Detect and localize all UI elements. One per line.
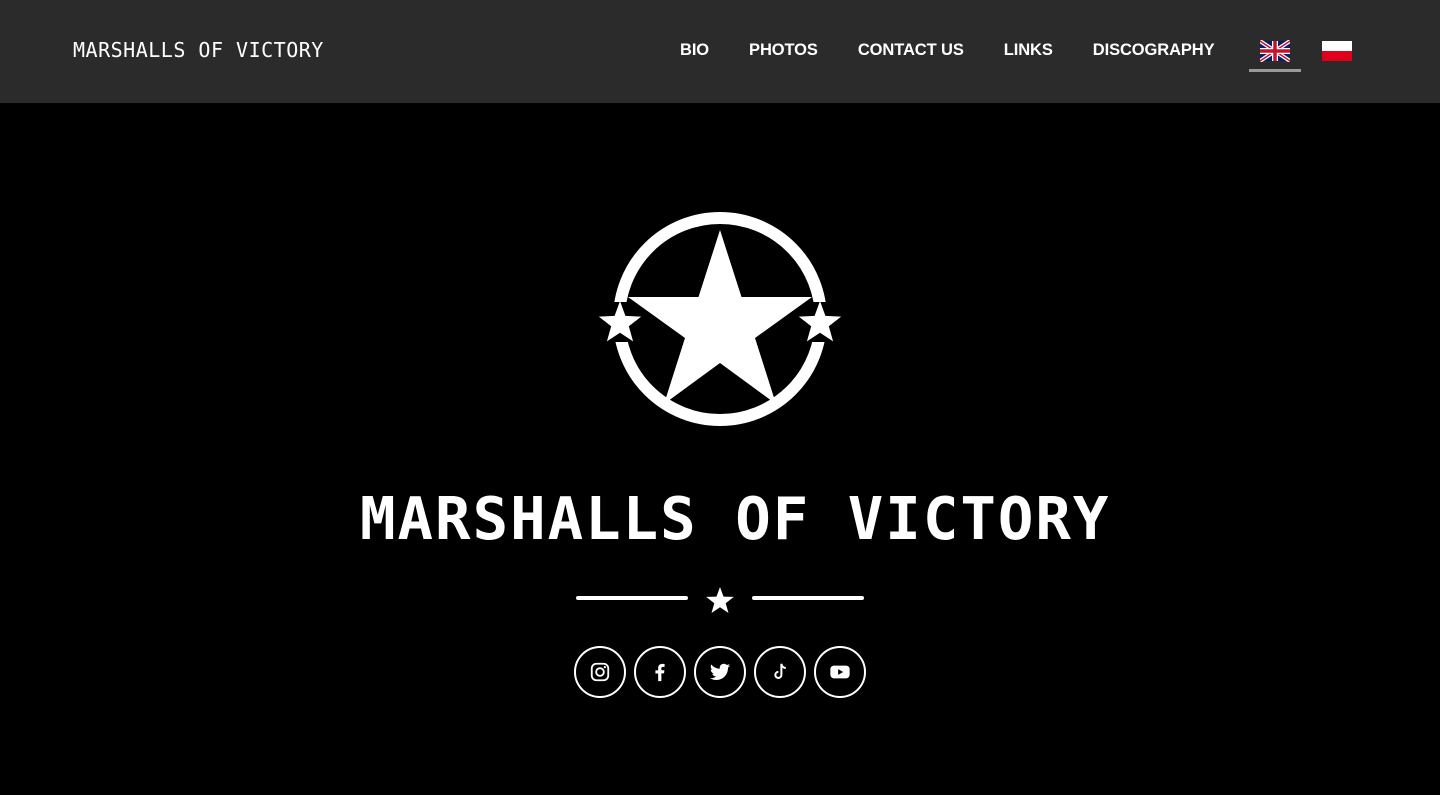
language-polish-button[interactable] bbox=[1311, 32, 1363, 72]
nav-contact-us[interactable]: CONTACT US bbox=[838, 0, 984, 103]
social-links bbox=[574, 646, 866, 698]
main-nav: BIO PHOTOS CONTACT US LINKS DISCOGRAPHY bbox=[660, 0, 1235, 103]
divider-line-right bbox=[752, 596, 864, 600]
nav-bio[interactable]: BIO bbox=[660, 0, 729, 103]
brand-logo-link[interactable]: MARSHALLS OF VICTORY bbox=[73, 38, 324, 62]
facebook-link[interactable] bbox=[634, 646, 686, 698]
poland-flag-icon bbox=[1322, 41, 1352, 61]
site-header: MARSHALLS OF VICTORY BIO PHOTOS CONTACT … bbox=[0, 0, 1440, 103]
nav-links[interactable]: LINKS bbox=[984, 0, 1073, 103]
star-icon bbox=[706, 587, 734, 613]
star-divider bbox=[575, 584, 865, 616]
youtube-icon bbox=[830, 665, 850, 679]
uk-flag-icon bbox=[1260, 40, 1290, 62]
band-wordmark: MARSHALLS OF VICTORY bbox=[360, 484, 1111, 553]
nav-photos[interactable]: PHOTOS bbox=[729, 0, 838, 103]
tiktok-link[interactable] bbox=[754, 646, 806, 698]
twitter-icon bbox=[709, 663, 731, 680]
twitter-link[interactable] bbox=[694, 646, 746, 698]
facebook-icon bbox=[655, 663, 665, 682]
star-circle-emblem-icon bbox=[598, 212, 842, 426]
instagram-icon bbox=[590, 662, 610, 682]
tiktok-icon bbox=[774, 663, 786, 679]
nav-discography[interactable]: DISCOGRAPHY bbox=[1073, 0, 1235, 103]
language-english-button[interactable] bbox=[1249, 32, 1301, 72]
divider-line-left bbox=[576, 596, 688, 600]
instagram-link[interactable] bbox=[574, 646, 626, 698]
youtube-link[interactable] bbox=[814, 646, 866, 698]
